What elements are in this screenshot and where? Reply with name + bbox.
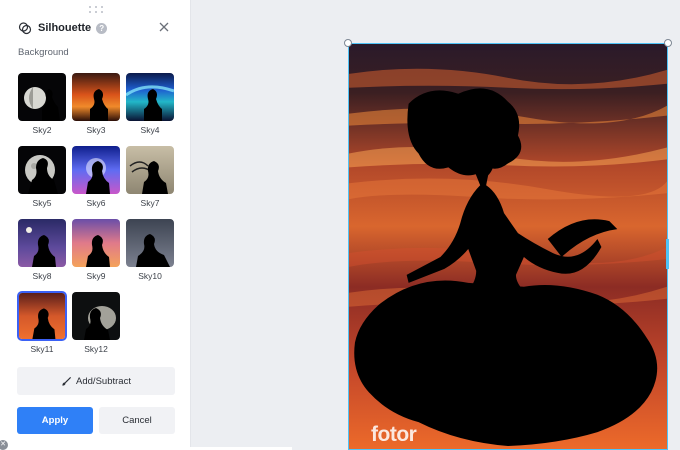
- preset-thumbnail: [125, 218, 175, 268]
- silhouette-panel: Silhouette ? Background Sky2 Sky3 Sky4 S…: [0, 0, 191, 450]
- preset-label: Sky3: [86, 125, 106, 135]
- preset-label: Sky2: [32, 125, 52, 135]
- panel-header: Silhouette ?: [18, 19, 176, 37]
- preset-sky6[interactable]: Sky6: [71, 145, 121, 218]
- preset-sky11[interactable]: Sky11: [17, 291, 67, 364]
- preset-label: Sky7: [140, 198, 160, 208]
- help-icon[interactable]: ?: [96, 22, 108, 34]
- preset-thumbnail: [17, 145, 67, 195]
- preset-label: Sky4: [140, 125, 160, 135]
- preset-label: Sky5: [32, 198, 52, 208]
- resize-handle-top-right[interactable]: [664, 39, 672, 47]
- preset-sky2[interactable]: Sky2: [17, 72, 67, 145]
- preset-thumbnail: [125, 72, 175, 122]
- preset-thumbnail: [17, 218, 67, 268]
- silhouette-photo: [349, 44, 667, 449]
- preset-sky12[interactable]: Sky12: [71, 291, 121, 364]
- drag-handle-icon[interactable]: [88, 6, 104, 14]
- preset-label: Sky6: [86, 198, 106, 208]
- preset-sky5[interactable]: Sky5: [17, 145, 67, 218]
- preset-thumbnail: [71, 218, 121, 268]
- cancel-button[interactable]: Cancel: [99, 407, 175, 434]
- preset-sky8[interactable]: Sky8: [17, 218, 67, 291]
- preset-label: Sky12: [84, 344, 108, 354]
- preset-thumbnail: [17, 72, 67, 122]
- preset-sky9[interactable]: Sky9: [71, 218, 121, 291]
- preset-thumbnail: [71, 145, 121, 195]
- add-subtract-button[interactable]: Add/Subtract: [17, 367, 175, 395]
- background-section-label: Background: [18, 47, 69, 58]
- resize-handle-top-left[interactable]: [344, 39, 352, 47]
- background-preset-grid: Sky2 Sky3 Sky4 Sky5 Sky6 Sky7 Sky8 Sky9 …: [17, 72, 175, 364]
- silhouette-icon: [18, 22, 32, 35]
- apply-button[interactable]: Apply: [17, 407, 93, 434]
- close-icon[interactable]: [157, 20, 171, 34]
- preset-thumbnail: [17, 291, 67, 341]
- image-canvas[interactable]: [348, 43, 668, 450]
- preset-thumbnail: [125, 145, 175, 195]
- preset-label: Sky9: [86, 271, 106, 281]
- preset-sky7[interactable]: Sky7: [125, 145, 175, 218]
- preset-thumbnail: [71, 291, 121, 341]
- brush-icon: [62, 376, 72, 386]
- preset-label: Sky10: [138, 271, 162, 281]
- preset-sky10[interactable]: Sky10: [125, 218, 175, 291]
- resize-handle-right[interactable]: [666, 239, 669, 269]
- panel-title: Silhouette: [38, 22, 92, 34]
- preset-label: Sky11: [30, 344, 54, 354]
- watermark-logo: fotor: [371, 423, 417, 446]
- preset-thumbnail: [71, 72, 121, 122]
- add-subtract-label: Add/Subtract: [76, 375, 131, 387]
- preset-sky4[interactable]: Sky4: [125, 72, 175, 145]
- preset-sky3[interactable]: Sky3: [71, 72, 121, 145]
- preset-label: Sky8: [32, 271, 52, 281]
